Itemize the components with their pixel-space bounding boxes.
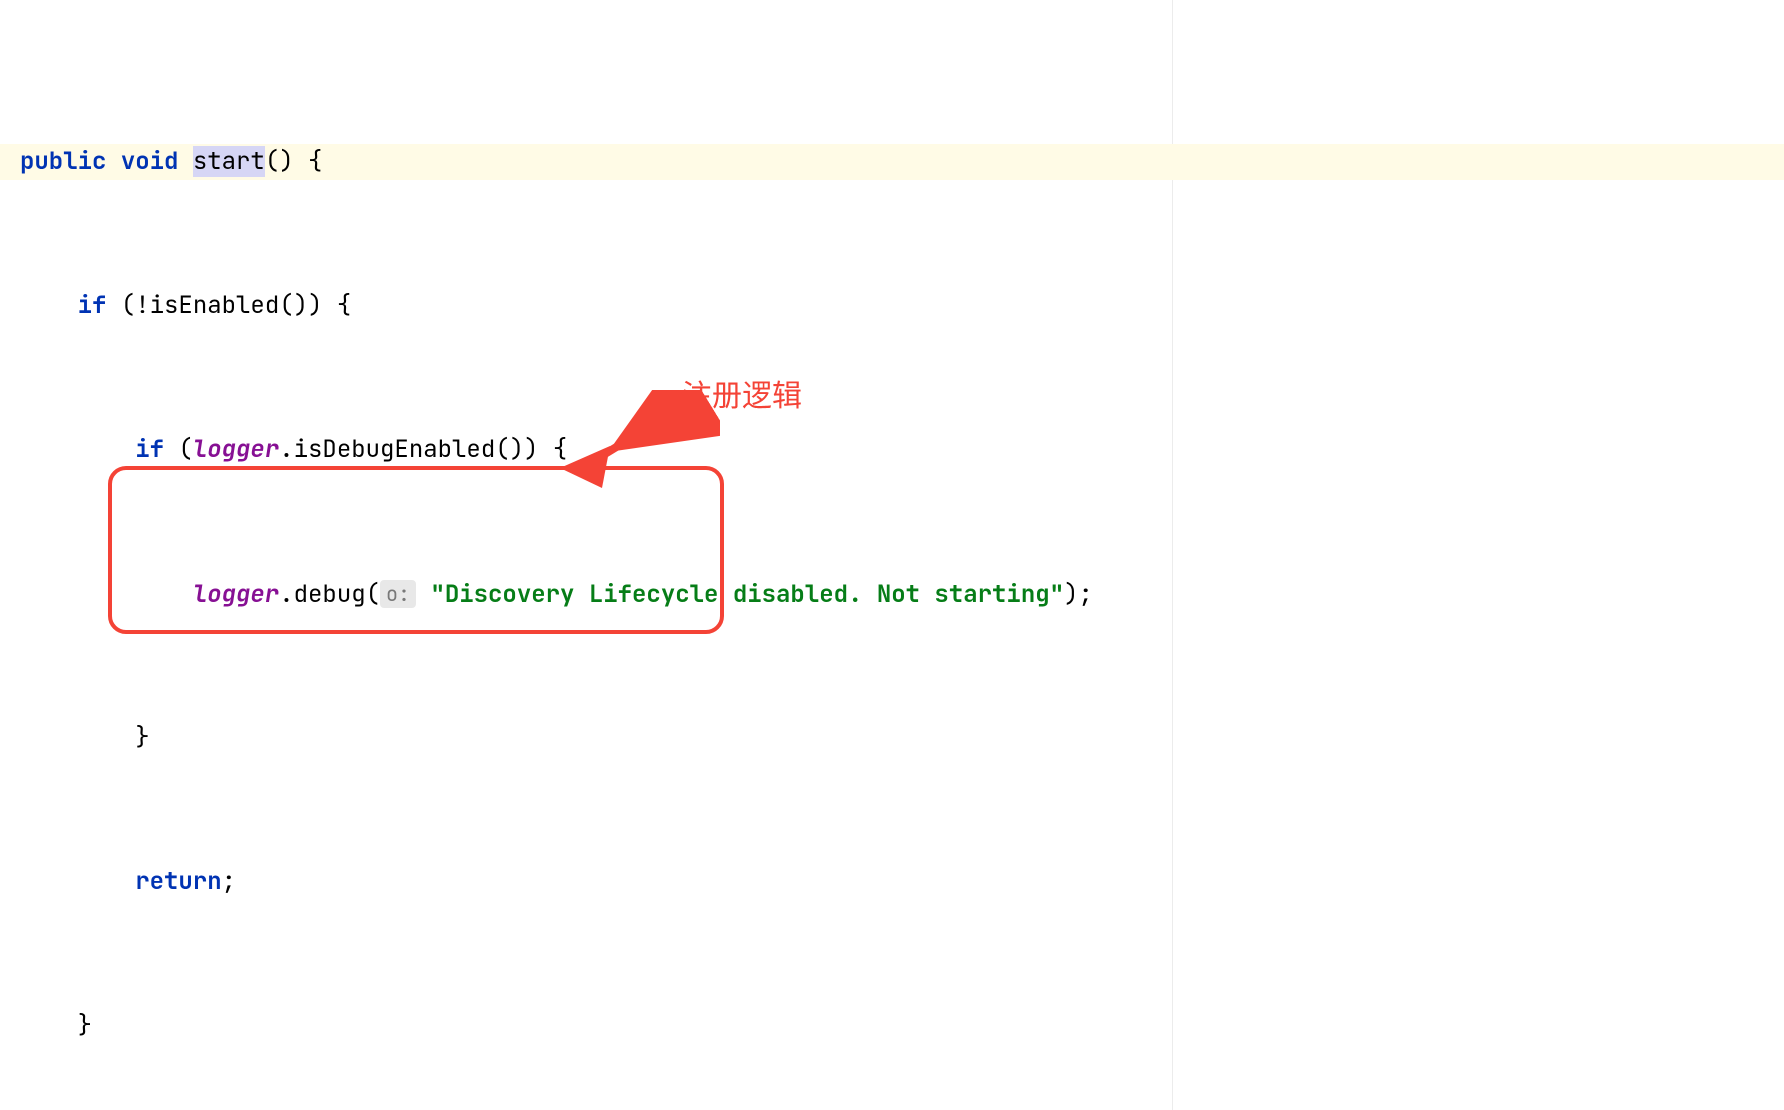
keyword-void: void bbox=[121, 146, 179, 177]
code-line: public void start() { bbox=[0, 144, 1784, 180]
code-line: if (logger.isDebugEnabled()) { bbox=[20, 432, 1784, 468]
code-line: } bbox=[20, 720, 1784, 756]
annotation-label: 注册逻辑 bbox=[682, 374, 802, 419]
code-line: return; bbox=[20, 864, 1784, 900]
code-line: logger.debug(o: "Discovery Lifecycle dis… bbox=[20, 576, 1784, 612]
code-line: if (!isEnabled()) { bbox=[20, 288, 1784, 324]
code-editor[interactable]: public void start() { if (!isEnabled()) … bbox=[0, 0, 1784, 1110]
string-literal: "Discovery Lifecycle disabled. Not start… bbox=[430, 579, 1064, 610]
keyword-public: public bbox=[20, 146, 106, 177]
selected-method-name: start bbox=[193, 146, 265, 177]
param-hint: o: bbox=[380, 580, 416, 608]
field-logger: logger bbox=[193, 579, 279, 610]
field-logger: logger bbox=[193, 434, 279, 465]
keyword-return: return bbox=[135, 866, 221, 897]
code-line: } bbox=[20, 1008, 1784, 1044]
